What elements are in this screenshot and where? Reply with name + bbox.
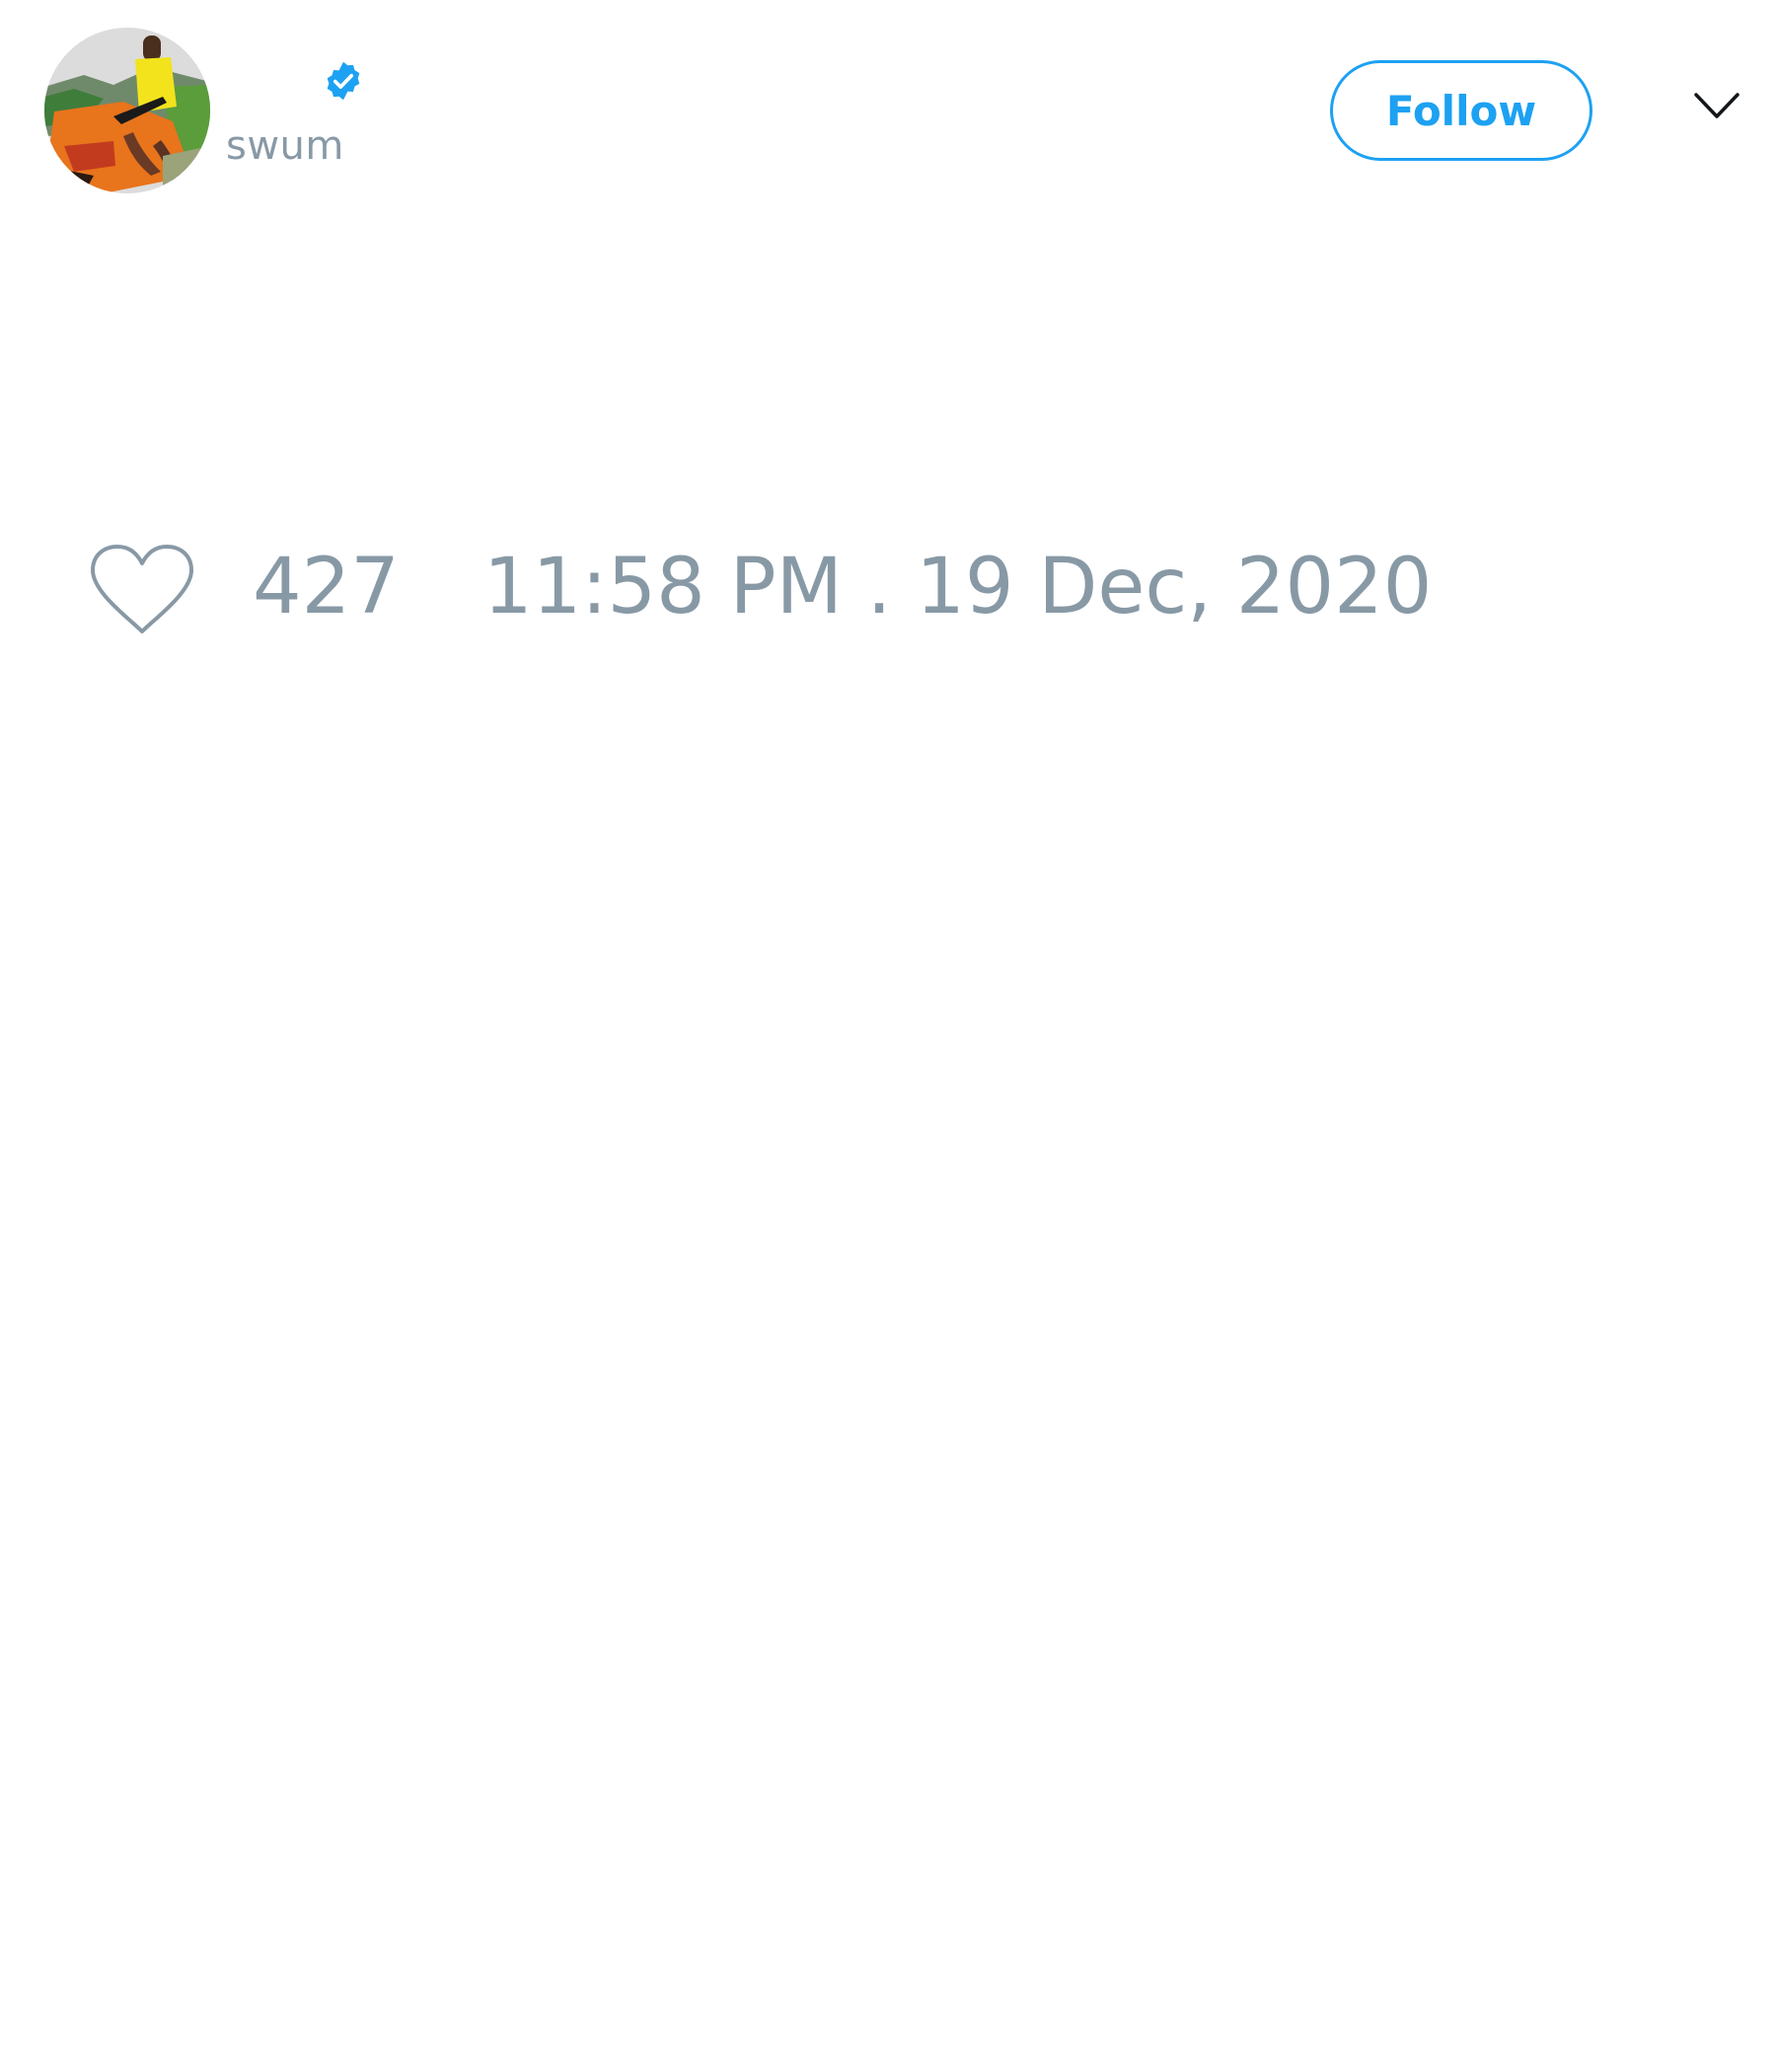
- verified-badge-icon: [327, 61, 360, 101]
- author-handle[interactable]: swum: [226, 126, 344, 166]
- like-count[interactable]: 427: [253, 549, 400, 626]
- heart-outline-icon[interactable]: [89, 543, 195, 637]
- chevron-down-icon[interactable]: [1693, 91, 1740, 120]
- tweet-timestamp[interactable]: 11:58 PM . 19 Dec, 2020: [483, 549, 1432, 626]
- avatar-painting-image: [44, 28, 210, 193]
- tweet-card: swum Follow 427 11:58 PM . 19 Dec, 2020: [0, 0, 1776, 2072]
- author-avatar[interactable]: [44, 28, 210, 193]
- follow-button[interactable]: Follow: [1330, 60, 1592, 161]
